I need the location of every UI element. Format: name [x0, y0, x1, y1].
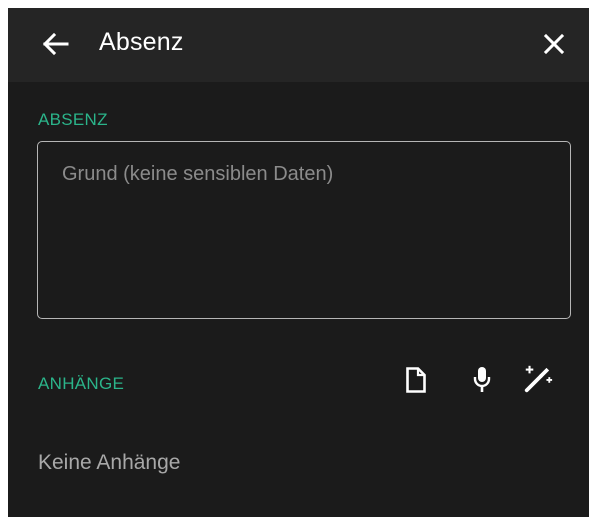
magic-wand-icon — [524, 365, 553, 393]
microphone-icon — [473, 367, 491, 392]
dialog-header: Absenz — [8, 8, 589, 82]
record-audio-button[interactable] — [466, 363, 498, 397]
add-file-button[interactable] — [400, 363, 432, 397]
attachments-section-label: ANHÄNGE — [38, 374, 125, 393]
no-attachments-text: Keine Anhänge — [38, 451, 181, 474]
file-icon — [406, 367, 426, 393]
close-icon — [543, 33, 565, 55]
reason-input[interactable] — [62, 160, 546, 300]
absence-section-label: ABSENZ — [38, 110, 108, 129]
absence-dialog: Absenz ABSENZ ANHÄNGE — [8, 8, 589, 517]
reason-textbox[interactable] — [37, 141, 571, 319]
back-button[interactable] — [36, 26, 76, 62]
ai-assist-button[interactable] — [522, 362, 554, 396]
close-button[interactable] — [536, 26, 572, 62]
dialog-title: Absenz — [99, 28, 184, 56]
arrow-left-icon — [42, 32, 69, 56]
